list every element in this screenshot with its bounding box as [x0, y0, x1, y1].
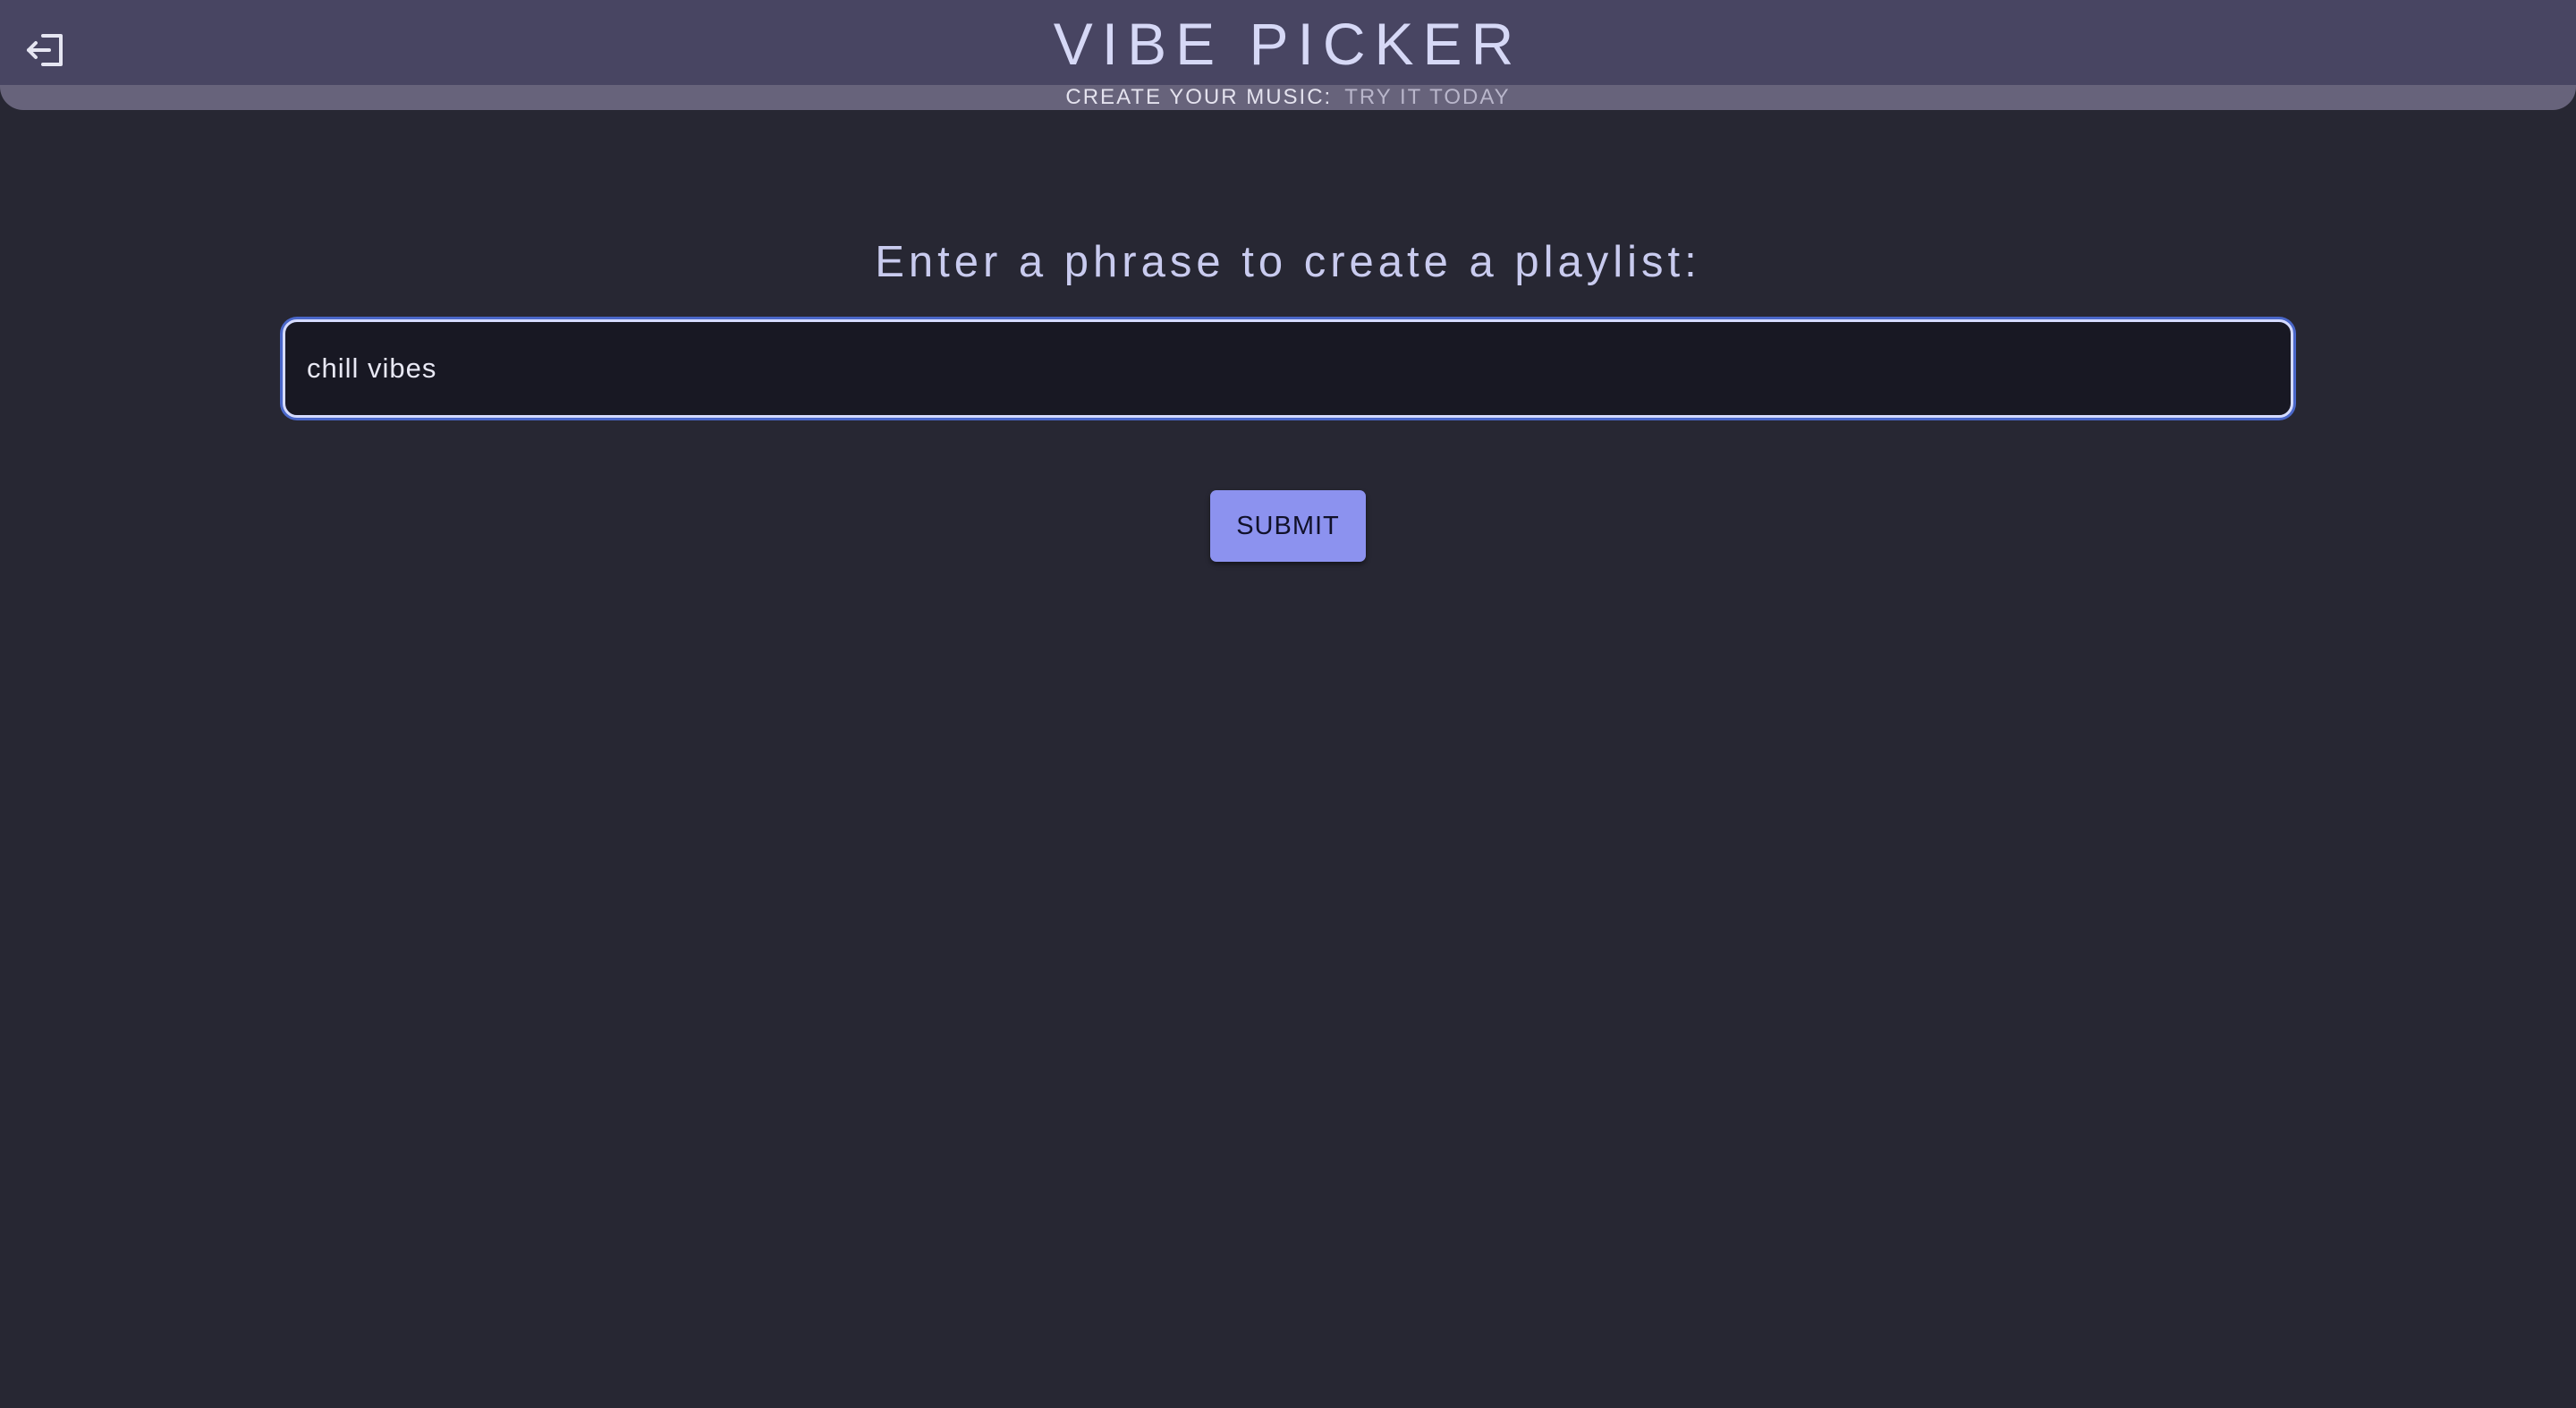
tagline: CREATE YOUR MUSIC: TRY IT TODAY	[0, 86, 2576, 109]
app-title: VIBE PICKER	[1053, 11, 1523, 77]
tagline-cta: TRY IT TODAY	[1344, 85, 1511, 109]
submit-button[interactable]: SUBMIT	[1210, 490, 1366, 562]
tagline-lead: CREATE YOUR MUSIC:	[1065, 85, 1333, 109]
phrase-input[interactable]	[283, 319, 2293, 418]
prompt-heading: Enter a phrase to create a playlist:	[875, 238, 1701, 286]
